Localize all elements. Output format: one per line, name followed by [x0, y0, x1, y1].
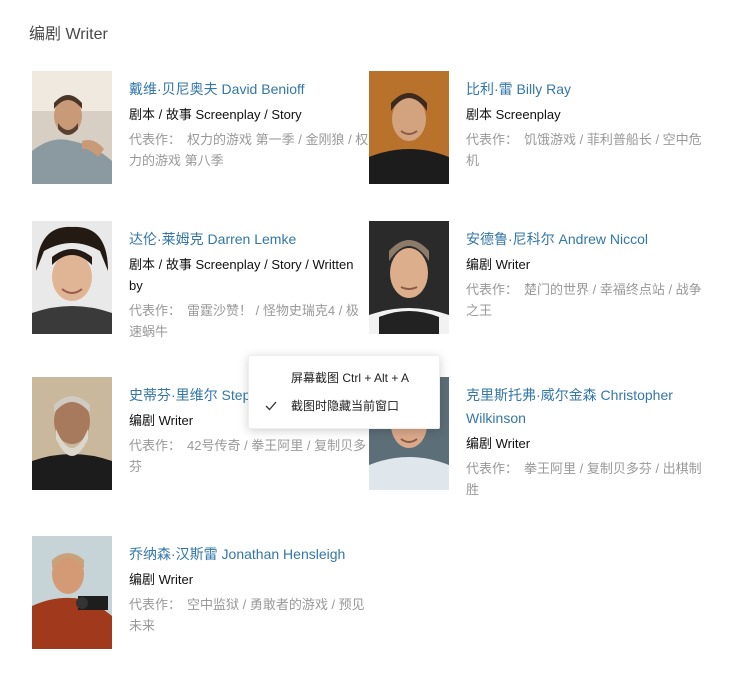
writer-name-link[interactable]: 安德鲁·尼科尔 Andrew Niccol	[466, 228, 706, 251]
menu-item-screenshot[interactable]: 屏幕截图 Ctrl + Alt + A	[291, 369, 409, 387]
writer-works: 代表作： 空中监狱 / 勇敢者的游戏 / 预见未来	[129, 594, 369, 636]
menu-item-hide-window[interactable]: 截图时隐藏当前窗口	[291, 397, 399, 415]
context-menu: 屏幕截图 Ctrl + Alt + A 截图时隐藏当前窗口	[248, 355, 440, 429]
works-label: 代表作：	[466, 132, 519, 147]
works-label: 代表作：	[129, 132, 182, 147]
writer-name-link[interactable]: 达伦·莱姆克 Darren Lemke	[129, 228, 369, 251]
writer-name-link[interactable]: 乔纳森·汉斯雷 Jonathan Hensleigh	[129, 543, 369, 566]
writer-role: 编剧 Writer	[129, 572, 194, 587]
writer-photo[interactable]	[32, 221, 112, 334]
writer-photo[interactable]	[32, 71, 112, 184]
works-label: 代表作：	[129, 597, 182, 612]
writer-role: 编剧 Writer	[466, 436, 531, 451]
writer-name-link[interactable]: 戴维·贝尼奥夫 David Benioff	[129, 78, 369, 101]
works-label: 代表作：	[466, 461, 519, 476]
works-label: 代表作：	[129, 303, 182, 318]
writer-works: 代表作： 拳王阿里 / 复制贝多芬 / 出棋制胜	[466, 458, 706, 500]
writer-works: 代表作： 饥饿游戏 / 菲利普船长 / 空中危机	[466, 129, 706, 171]
writer-role: 剧本 Screenplay	[466, 107, 561, 122]
works-label: 代表作：	[466, 282, 519, 297]
writer-role: 剧本 / 故事 Screenplay / Story / Written by	[129, 257, 354, 293]
writer-role: 编剧 Writer	[466, 257, 531, 272]
writer-photo[interactable]	[369, 221, 449, 334]
section-title: 编剧 Writer	[29, 26, 108, 43]
writer-works: 代表作： 42号传奇 / 拳王阿里 / 复制贝多芬	[129, 435, 369, 477]
writer-name-link[interactable]: 克里斯托弗·威尔金森 Christopher Wilkinson	[466, 384, 706, 430]
writer-photo[interactable]	[369, 71, 449, 184]
works-label: 代表作：	[129, 438, 182, 453]
writer-role: 剧本 / 故事 Screenplay / Story	[129, 107, 302, 122]
writer-works: 代表作： 权力的游戏 第一季 / 金刚狼 / 权力的游戏 第八季	[129, 129, 369, 171]
checkmark-icon	[265, 400, 277, 414]
writer-works: 代表作： 雷霆沙赞！ / 怪物史瑞克4 / 极速蜗牛	[129, 300, 369, 342]
writer-photo[interactable]	[32, 536, 112, 649]
writer-works: 代表作： 楚门的世界 / 幸福终点站 / 战争之王	[466, 279, 706, 321]
writer-photo[interactable]	[32, 377, 112, 490]
writer-name-link[interactable]: 比利·雷 Billy Ray	[466, 78, 706, 101]
